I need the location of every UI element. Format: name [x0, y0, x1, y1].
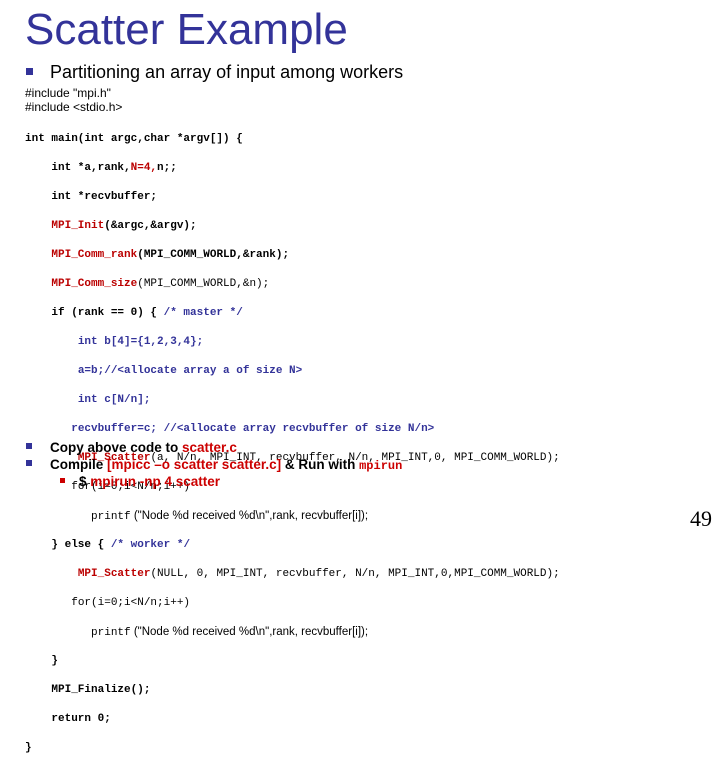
code-line: } — [25, 741, 32, 754]
code-line: int *recvbuffer; — [25, 190, 158, 203]
code-line: int main(int argc,char *argv[]) { — [25, 132, 243, 145]
code-line: return 0; — [25, 712, 111, 725]
code-line: MPI_Init(&argc,&argv); — [25, 219, 560, 234]
sub-bullet-mpirun: $ mpirun -np 4 scatter — [60, 473, 220, 490]
bullet-square-icon — [26, 67, 33, 75]
code-token: } else { — [25, 538, 111, 551]
code-line: MPI_Scatter(NULL, 0, MPI_INT, recvbuffer… — [25, 567, 560, 582]
code-token: ("Node %d received %d\n",rank, recvbuffe… — [130, 625, 369, 638]
bullet-text: & Run with — [281, 457, 360, 472]
code-token: (NULL, 0, MPI_INT, recvbuffer, N/n, MPI_… — [150, 567, 560, 580]
code-token: /* worker */ — [110, 538, 191, 551]
code-token: printf — [91, 626, 131, 639]
bullet-text: Compile — [50, 457, 108, 472]
code-token: MPI_Comm_rank — [51, 248, 138, 261]
code-token: (MPI_COMM_WORLD,&n); — [137, 277, 270, 290]
code-line: recvbuffer=c; //<allocate array recvbuff… — [25, 422, 560, 437]
code-token: (MPI_COMM_WORLD,&rank); — [137, 248, 290, 261]
mpirun-command: mpirun -np 4 scatter — [90, 474, 221, 489]
main-bullet-text: Partitioning an array of input among wor… — [50, 62, 404, 82]
code-line: if (rank == 0) { /* master */ — [25, 306, 560, 321]
code-token: int *a,rank, — [25, 161, 131, 174]
include-mpi: #include "mpi.h" — [25, 86, 111, 100]
bullet-text: Copy above code to — [50, 440, 183, 455]
bullet-square-icon — [26, 460, 32, 467]
filename: scatter.c — [182, 440, 237, 455]
code-line: int c[N/n]; — [25, 393, 560, 408]
code-token: /* master */ — [163, 306, 243, 319]
code-line: printf ("Node %d received %d\n",rank, re… — [25, 509, 560, 524]
code-line: MPI_Finalize(); — [25, 683, 151, 696]
code-token: n;; — [157, 161, 177, 174]
slide-title: Scatter Example — [25, 5, 348, 54]
code-token: printf — [91, 510, 131, 523]
code-token: MPI_Comm_size — [51, 277, 138, 290]
code-token: a=b;//<allocate array a of size N> — [77, 364, 303, 377]
code-token: recvbuffer=c; //<allocate array recvbuff… — [71, 422, 435, 435]
code-token: ("Node %d received %d\n",rank, recvbuffe… — [130, 509, 369, 522]
code-line: int b[4]={1,2,3,4}; — [25, 335, 560, 350]
code-token: N=4, — [130, 161, 158, 174]
code-line: a=b;//<allocate array a of size N> — [25, 364, 560, 379]
code-token: if (rank == 0) { — [25, 306, 164, 319]
main-bullet: Partitioning an array of input among wor… — [26, 61, 403, 83]
code-token: for(i=0;i<N/n;i++) — [71, 596, 191, 609]
code-line: } — [25, 654, 59, 667]
bullet-copy-code: Copy above code to scatter.c — [26, 439, 237, 456]
page-number: 49 — [690, 506, 712, 531]
bullet-square-icon — [26, 443, 32, 450]
code-line: int *a,rank,N=4,n;; — [25, 161, 560, 176]
run-command: mpirun — [359, 459, 403, 473]
code-token: int c[N/n]; — [77, 393, 151, 406]
code-line: MPI_Comm_rank(MPI_COMM_WORLD,&rank); — [25, 248, 560, 263]
code-line: MPI_Comm_size(MPI_COMM_WORLD,&n); — [25, 277, 560, 292]
code-line: for(i=0;i<N/n;i++) — [25, 596, 560, 611]
code-line: printf ("Node %d received %d\n",rank, re… — [25, 625, 560, 640]
code-token: int b[4]={1,2,3,4}; — [77, 335, 204, 348]
code-token: MPI_Scatter — [77, 567, 151, 580]
code-token: MPI_Init — [51, 219, 105, 232]
bullet-square-icon — [60, 477, 65, 483]
compile-command: [mpicc –o scatter scatter.c] — [107, 457, 282, 472]
include-stdio: #include <stdio.h> — [25, 100, 123, 114]
code-token: (&argc,&argv); — [104, 219, 197, 232]
prompt-symbol: $ — [79, 474, 91, 489]
